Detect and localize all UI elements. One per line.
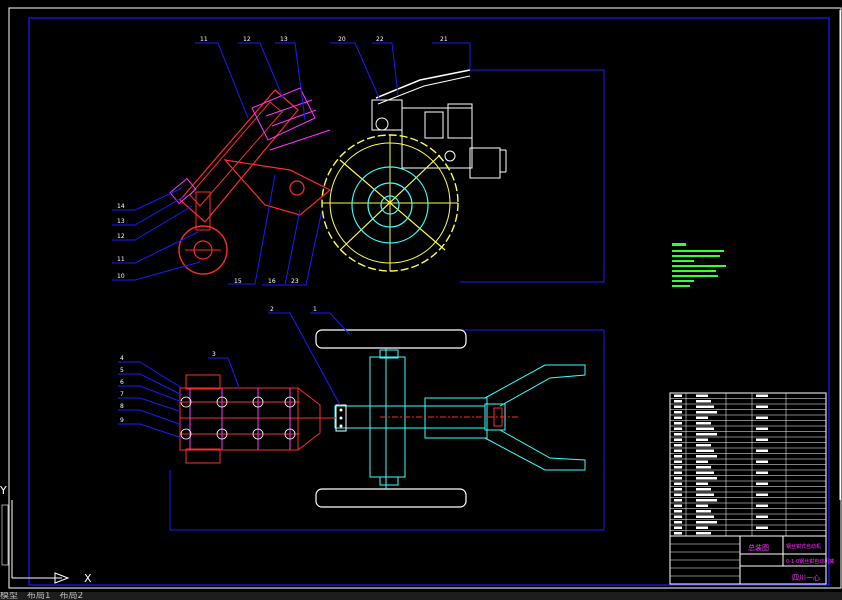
title-subtitle-2: 0-1-0钢丝钳自动机械 bbox=[786, 558, 834, 565]
balloon-top-12: 16 bbox=[268, 278, 276, 285]
parts-list-table bbox=[669, 392, 827, 537]
ucs-axes-icon: X Y bbox=[0, 484, 92, 585]
balloon-top-13: 23 bbox=[291, 278, 299, 285]
side-elevation-view: 11 12 13 20 22 21 14 13 12 11 10 15 16 2… bbox=[112, 36, 605, 286]
balloon-top-2: 13 bbox=[280, 36, 288, 43]
layout-tab-bar: 模型 布局1 布局2 bbox=[0, 592, 842, 600]
balloon-bottom-2: 3 bbox=[212, 351, 216, 358]
title-block: 总装图 钢丝钳式自动机 0-1-0钢丝钳自动机械 四川一心 bbox=[669, 535, 834, 585]
tab-layout-2[interactable]: 布局2 bbox=[60, 592, 84, 600]
balloon-top-8: 12 bbox=[117, 233, 125, 240]
plan-view: 2 1 3 4 5 6 7 8 9 bbox=[118, 306, 605, 531]
axis-x-label: X bbox=[84, 572, 92, 585]
tab-model[interactable]: 模型 bbox=[0, 592, 18, 600]
balloon-bottom-8: 9 bbox=[120, 417, 124, 424]
balloon-top-11: 15 bbox=[234, 278, 242, 285]
balloon-top-9: 11 bbox=[117, 256, 125, 263]
balloon-top-3: 20 bbox=[338, 36, 346, 43]
title-subtitle-1: 钢丝钳式自动机 bbox=[786, 543, 821, 550]
balloon-top-1: 12 bbox=[243, 36, 251, 43]
balloon-top-10: 10 bbox=[117, 273, 125, 280]
title-company: 四川一心 bbox=[792, 574, 820, 582]
balloon-top-7: 13 bbox=[117, 218, 125, 225]
balloon-bottom-3: 4 bbox=[120, 355, 124, 362]
title-drawing-name: 总装图 bbox=[748, 543, 769, 552]
technical-notes bbox=[672, 243, 726, 287]
cad-drawing-canvas[interactable]: 11 12 13 20 22 21 14 13 12 11 10 15 16 2… bbox=[0, 0, 842, 600]
balloon-bottom-7: 8 bbox=[120, 403, 124, 410]
balloon-bottom-0: 2 bbox=[270, 306, 274, 313]
balloon-top-4: 22 bbox=[376, 36, 384, 43]
balloon-bottom-5: 6 bbox=[120, 379, 124, 386]
balloon-top-5: 21 bbox=[440, 36, 448, 43]
balloon-bottom-1: 1 bbox=[313, 306, 317, 313]
balloon-top-6: 14 bbox=[117, 203, 125, 210]
tab-layout-1[interactable]: 布局1 bbox=[27, 592, 51, 600]
balloon-top-0: 11 bbox=[200, 36, 208, 43]
balloon-bottom-6: 7 bbox=[120, 391, 124, 398]
axis-y-label: Y bbox=[0, 484, 7, 497]
balloon-bottom-4: 5 bbox=[120, 367, 124, 374]
